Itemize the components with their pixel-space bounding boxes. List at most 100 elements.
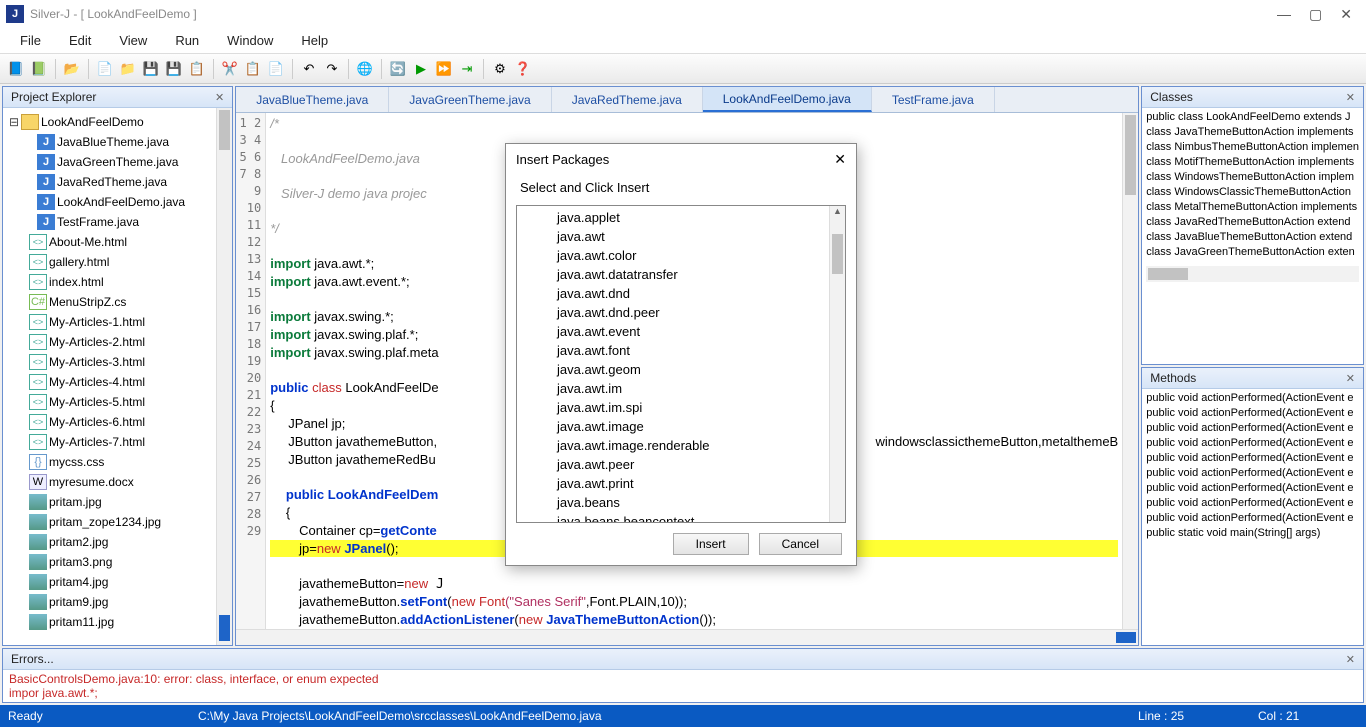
tree-file[interactable]: pritam4.jpg <box>49 575 108 589</box>
tree-file[interactable]: pritam9.jpg <box>49 595 108 609</box>
method-item[interactable]: public static void main(String[] args) <box>1146 526 1359 541</box>
package-item[interactable]: java.beans <box>557 493 845 512</box>
redo-icon[interactable]: ↷ <box>322 59 342 79</box>
new-project-icon[interactable]: 📘 <box>6 59 26 79</box>
package-item[interactable]: java.awt.dnd.peer <box>557 303 845 322</box>
new-package-icon[interactable]: 📗 <box>29 59 49 79</box>
method-item[interactable]: public void actionPerformed(ActionEvent … <box>1146 391 1359 406</box>
package-item[interactable]: java.awt.datatransfer <box>557 265 845 284</box>
panel-close-icon[interactable]: ✕ <box>1346 653 1355 666</box>
class-item[interactable]: class JavaThemeButtonAction implements <box>1146 125 1359 140</box>
class-item[interactable]: class WindowsThemeButtonAction implem <box>1146 170 1359 185</box>
editor-vscrollbar[interactable] <box>1122 113 1138 629</box>
tree-file[interactable]: MenuStripZ.cs <box>49 295 126 309</box>
tree-file[interactable]: My-Articles-4.html <box>49 375 145 389</box>
method-item[interactable]: public void actionPerformed(ActionEvent … <box>1146 466 1359 481</box>
tree-file[interactable]: myresume.docx <box>49 475 134 489</box>
copy-icon[interactable]: 📋 <box>243 59 263 79</box>
open-project-icon[interactable]: 📂 <box>62 59 82 79</box>
method-item[interactable]: public void actionPerformed(ActionEvent … <box>1146 451 1359 466</box>
method-item[interactable]: public void actionPerformed(ActionEvent … <box>1146 511 1359 526</box>
tab-lookandfeeldemo[interactable]: LookAndFeelDemo.java <box>703 87 872 112</box>
save-icon[interactable]: 💾 <box>141 59 161 79</box>
tree-file[interactable]: My-Articles-5.html <box>49 395 145 409</box>
classes-hscrollbar[interactable] <box>1146 266 1359 282</box>
method-item[interactable]: public void actionPerformed(ActionEvent … <box>1146 406 1359 421</box>
tab-javaredtheme[interactable]: JavaRedTheme.java <box>552 87 703 112</box>
refresh-icon[interactable]: 🔄 <box>388 59 408 79</box>
class-item[interactable]: class MetalThemeButtonAction implements <box>1146 200 1359 215</box>
menu-help[interactable]: Help <box>289 30 340 51</box>
package-item[interactable]: java.awt.peer <box>557 455 845 474</box>
editor-hscrollbar[interactable] <box>236 629 1138 645</box>
explorer-scrollbar[interactable] <box>216 108 232 645</box>
tree-file[interactable]: LookAndFeelDemo.java <box>57 195 185 209</box>
menu-file[interactable]: File <box>8 30 53 51</box>
tree-file[interactable]: My-Articles-3.html <box>49 355 145 369</box>
package-item[interactable]: java.awt.font <box>557 341 845 360</box>
run-icon[interactable]: ▶ <box>411 59 431 79</box>
tree-file[interactable]: pritam3.png <box>49 555 112 569</box>
method-item[interactable]: public void actionPerformed(ActionEvent … <box>1146 496 1359 511</box>
tree-file[interactable]: My-Articles-1.html <box>49 315 145 329</box>
tab-javagreentheme[interactable]: JavaGreenTheme.java <box>389 87 551 112</box>
tree-file[interactable]: JavaGreenTheme.java <box>57 155 178 169</box>
help-icon[interactable]: ❓ <box>513 59 533 79</box>
package-list[interactable]: java.appletjava.awtjava.awt.colorjava.aw… <box>516 205 846 523</box>
tree-file[interactable]: TestFrame.java <box>57 215 139 229</box>
method-item[interactable]: public void actionPerformed(ActionEvent … <box>1146 436 1359 451</box>
package-item[interactable]: java.awt.dnd <box>557 284 845 303</box>
class-item[interactable]: class NimbusThemeButtonAction implemen <box>1146 140 1359 155</box>
class-item[interactable]: class WindowsClassicThemeButtonAction <box>1146 185 1359 200</box>
package-item[interactable]: java.awt.color <box>557 246 845 265</box>
tab-javabluetheme[interactable]: JavaBlueTheme.java <box>236 87 389 112</box>
tree-file[interactable]: pritam.jpg <box>49 495 102 509</box>
tree-file[interactable]: My-Articles-2.html <box>49 335 145 349</box>
undo-icon[interactable]: ↶ <box>299 59 319 79</box>
tree-file[interactable]: pritam_zope1234.jpg <box>49 515 161 529</box>
panel-close-icon[interactable]: ✕ <box>1346 372 1355 385</box>
paste-icon[interactable]: 📄 <box>266 59 286 79</box>
method-item[interactable]: public void actionPerformed(ActionEvent … <box>1146 481 1359 496</box>
insert-button[interactable]: Insert <box>673 533 749 555</box>
tree-file[interactable]: My-Articles-7.html <box>49 435 145 449</box>
menu-run[interactable]: Run <box>163 30 211 51</box>
package-item[interactable]: java.applet <box>557 208 845 227</box>
open-icon[interactable]: 📁 <box>118 59 138 79</box>
tree-file[interactable]: JavaRedTheme.java <box>57 175 167 189</box>
close-window-button[interactable]: ✕ <box>1340 6 1352 23</box>
package-item[interactable]: java.awt.event <box>557 322 845 341</box>
tree-file[interactable]: My-Articles-6.html <box>49 415 145 429</box>
step-out-icon[interactable]: ⇥ <box>457 59 477 79</box>
tree-file[interactable]: About-Me.html <box>49 235 127 249</box>
tree-file[interactable]: pritam11.jpg <box>49 615 114 629</box>
package-item[interactable]: java.awt.print <box>557 474 845 493</box>
tree-file[interactable]: mycss.css <box>49 455 104 469</box>
class-item[interactable]: class JavaGreenThemeButtonAction exten <box>1146 245 1359 260</box>
save-as-icon[interactable]: 📋 <box>187 59 207 79</box>
class-item[interactable]: class JavaBlueThemeButtonAction extend <box>1146 230 1359 245</box>
new-file-icon[interactable]: 📄 <box>95 59 115 79</box>
package-item[interactable]: java.awt.im.spi <box>557 398 845 417</box>
tree-root[interactable]: LookAndFeelDemo <box>41 115 144 129</box>
save-all-icon[interactable]: 💾 <box>164 59 184 79</box>
panel-close-icon[interactable]: ✕ <box>215 91 224 104</box>
minimize-button[interactable]: — <box>1277 6 1291 23</box>
class-item[interactable]: class MotifThemeButtonAction implements <box>1146 155 1359 170</box>
panel-close-icon[interactable]: ✕ <box>1346 91 1355 104</box>
menu-edit[interactable]: Edit <box>57 30 103 51</box>
tree-file[interactable]: index.html <box>49 275 104 289</box>
cancel-button[interactable]: Cancel <box>759 533 842 555</box>
menu-view[interactable]: View <box>107 30 159 51</box>
package-item[interactable]: java.awt.image <box>557 417 845 436</box>
package-item[interactable]: java.awt.geom <box>557 360 845 379</box>
settings-icon[interactable]: ⚙ <box>490 59 510 79</box>
tab-testframe[interactable]: TestFrame.java <box>872 87 995 112</box>
class-item[interactable]: class JavaRedThemeButtonAction extend <box>1146 215 1359 230</box>
package-item[interactable]: java.awt.im <box>557 379 845 398</box>
cut-icon[interactable]: ✂️ <box>220 59 240 79</box>
menu-window[interactable]: Window <box>215 30 285 51</box>
dialog-scrollbar[interactable]: ▲ <box>829 206 845 522</box>
maximize-button[interactable]: ▢ <box>1309 6 1322 23</box>
tree-file[interactable]: JavaBlueTheme.java <box>57 135 169 149</box>
